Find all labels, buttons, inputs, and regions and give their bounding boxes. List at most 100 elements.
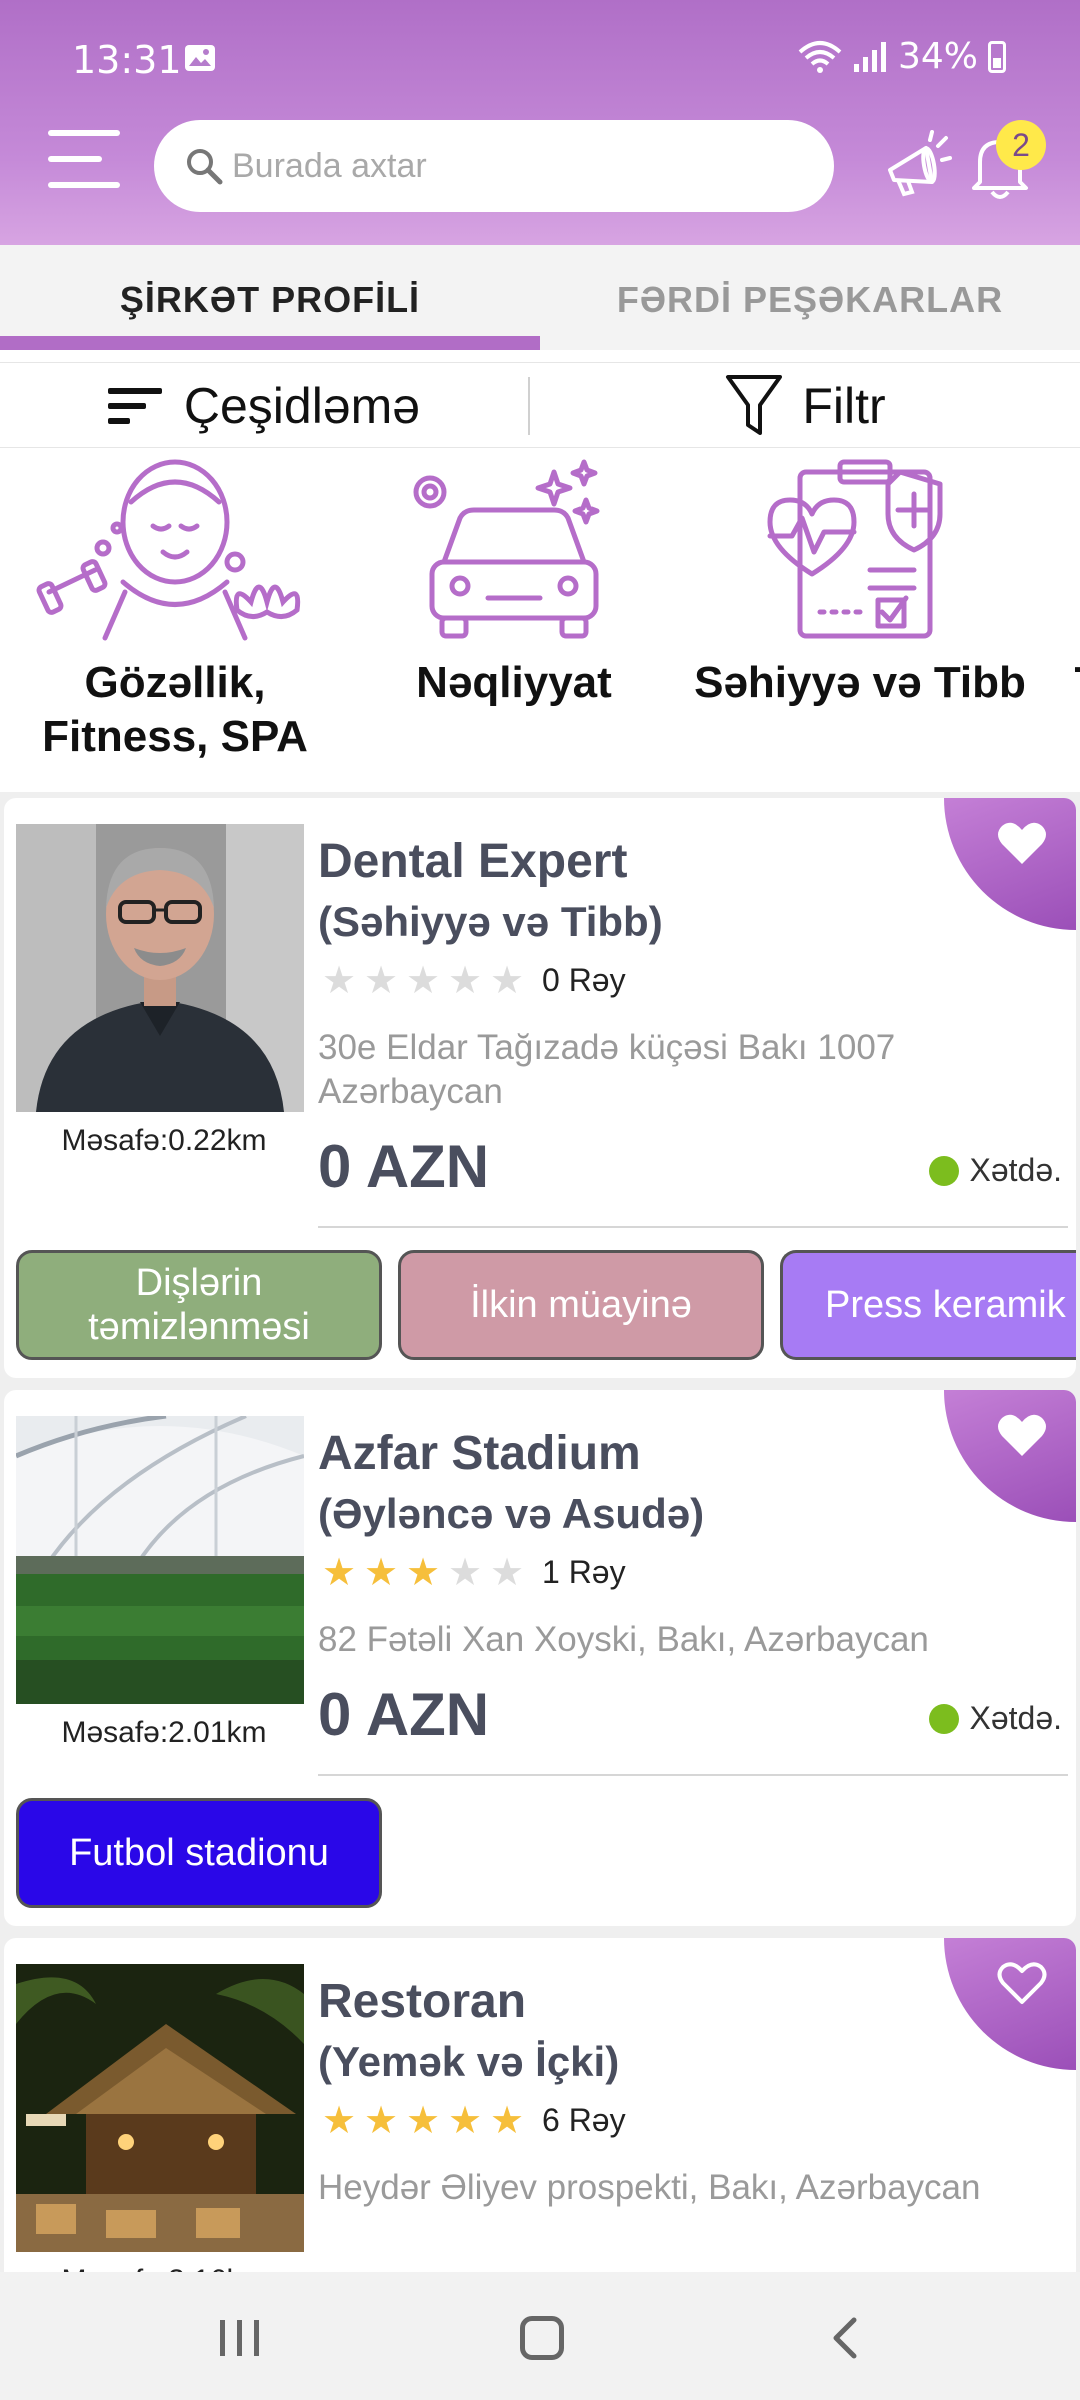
online-status: Xətdə. bbox=[929, 1700, 1062, 1737]
star-icon: ★ bbox=[363, 2100, 399, 2142]
star-icon: ★ bbox=[489, 1552, 525, 1594]
star-icon: ★ bbox=[405, 1552, 441, 1594]
listing-title: Restoran bbox=[318, 1975, 527, 2028]
listing-title: Dental Expert bbox=[318, 835, 628, 888]
hamburger-line bbox=[48, 182, 120, 188]
battery-icon bbox=[988, 40, 1006, 73]
online-dot-icon bbox=[929, 1155, 960, 1186]
listing-address: 82 Fətəli Xan Xoyski, Bakı, Azərbaycan bbox=[318, 1620, 929, 1659]
dentist-photo bbox=[16, 824, 304, 1112]
category-label: Səhiyyə və Tibb bbox=[694, 658, 1026, 707]
service-chip-football-stadium[interactable]: Futbol stadionu bbox=[16, 1798, 382, 1908]
status-bar: 13:31 34% bbox=[0, 0, 1080, 110]
star-icon: ★ bbox=[363, 960, 399, 1002]
card-divider bbox=[318, 1226, 1068, 1228]
stadium-photo bbox=[16, 1416, 304, 1704]
online-status: Xətdə. bbox=[929, 1152, 1062, 1189]
service-chip-press-ceramic[interactable]: Press keramik bbox=[780, 1250, 1076, 1360]
service-chip-line: təmizlənməsi bbox=[88, 1306, 310, 1348]
filter-funnel-icon bbox=[726, 375, 783, 435]
star-icon: ★ bbox=[489, 2100, 525, 2142]
service-chip-initial-exam[interactable]: İlkin müayinə bbox=[398, 1250, 764, 1360]
star-icon: ★ bbox=[363, 1552, 399, 1594]
review-count: 6 Rəy bbox=[542, 2102, 626, 2138]
menu-button[interactable] bbox=[48, 130, 120, 194]
category-label: T bbox=[1058, 656, 1080, 710]
heart-outline-icon bbox=[997, 1962, 1047, 2004]
category-label: Gözəllik, Fitness, SPA bbox=[20, 656, 330, 764]
search-bar[interactable] bbox=[154, 120, 834, 212]
tab-company-profile[interactable]: ŞİRKƏT PROFİLİ bbox=[0, 245, 540, 350]
listing-card[interactable]: Məsafə:2.01km Azfar Stadium (Əyləncə və … bbox=[4, 1390, 1076, 1926]
favorite-button[interactable] bbox=[944, 798, 1076, 930]
listing-address: Heydər Əliyev prospekti, Bakı, Azərbayca… bbox=[318, 2168, 981, 2207]
star-icon: ★ bbox=[447, 2100, 483, 2142]
listing-category: (Səhiyyə və Tibb) bbox=[318, 898, 663, 945]
distance-label: Məsafə:0.22km bbox=[61, 1124, 267, 1157]
beauty-fitness-spa-icon bbox=[36, 459, 301, 641]
system-nav-bar bbox=[0, 2272, 1080, 2400]
favorite-button[interactable] bbox=[944, 1390, 1076, 1522]
listing-price: 0 AZN bbox=[318, 1681, 490, 1748]
tab-individual-professionals[interactable]: FƏRDİ PEŞƏKARLAR bbox=[540, 245, 1080, 350]
battery-percent: 34% bbox=[897, 36, 978, 77]
listing-photo-dentist bbox=[16, 824, 304, 1112]
category-label-line: Fitness, SPA bbox=[42, 712, 308, 761]
online-status-label: Xətdə. bbox=[969, 1152, 1062, 1188]
distance-label: Məsafə:2.01km bbox=[61, 1716, 267, 1749]
listing-price: 0 AZN bbox=[318, 1133, 490, 1200]
category-next-partial[interactable]: T bbox=[1058, 642, 1080, 710]
online-status-label: Xətdə. bbox=[969, 1700, 1062, 1736]
service-chip-teeth-cleaning[interactable]: Dişlərin təmizlənməsi bbox=[16, 1250, 382, 1360]
card-divider bbox=[318, 1774, 1068, 1776]
service-chip-label: İlkin müayinə bbox=[470, 1284, 692, 1326]
heart-filled-icon bbox=[998, 1414, 1046, 1456]
status-time: 13:31 bbox=[72, 38, 182, 82]
review-count: 1 Rəy bbox=[542, 1554, 626, 1590]
listing-category: (Əyləncə və Asudə) bbox=[318, 1490, 705, 1537]
listing-address: 30e Eldar Tağızadə küçəsi Bakı 1007 Azər… bbox=[318, 1028, 896, 1111]
listing-list: Məsafə:0.22km Dental Expert (Səhiyyə və … bbox=[0, 792, 1080, 2298]
hamburger-line bbox=[48, 156, 102, 162]
category-health-medicine[interactable]: Səhiyyə və Tibb bbox=[690, 452, 1030, 710]
rating-stars: ★ ★ ★ ★ ★ 0 Rəy bbox=[318, 958, 626, 1003]
search-icon bbox=[187, 149, 223, 185]
sort-filter-bar: Çeşidləmə Filtr bbox=[0, 362, 1080, 448]
listing-photo-restaurant bbox=[16, 1964, 304, 2252]
star-icon: ★ bbox=[321, 960, 357, 1002]
heart-filled-icon bbox=[998, 822, 1046, 864]
listing-card[interactable]: Məsafə:0.22km Dental Expert (Səhiyyə və … bbox=[4, 798, 1076, 1378]
listing-card[interactable]: Məsafə:3.16km Restoran (Yemək və İçki) ★… bbox=[4, 1938, 1076, 2298]
sort-icon bbox=[107, 388, 162, 424]
active-tab-indicator bbox=[0, 336, 540, 350]
gallery-notification-icon bbox=[185, 45, 215, 71]
category-beauty-fitness-spa[interactable]: Gözəllik, Fitness, SPA bbox=[20, 452, 330, 764]
category-carousel: Gözəllik, Fitness, SPA Nəqliyyat Səhiyyə… bbox=[0, 452, 1080, 792]
listing-title: Azfar Stadium bbox=[318, 1427, 641, 1480]
health-clipboard-icon bbox=[767, 459, 943, 639]
home-icon[interactable] bbox=[520, 2316, 564, 2360]
signal-icon bbox=[853, 41, 886, 72]
app-header: 13:31 34% Burada axtar 2 bbox=[0, 0, 1080, 245]
recent-apps-icon[interactable] bbox=[218, 2318, 262, 2358]
star-icon: ★ bbox=[405, 960, 441, 1002]
megaphone-icon[interactable] bbox=[880, 130, 952, 202]
listing-category: (Yemək və İçki) bbox=[318, 2038, 620, 2085]
filter-label: Filtr bbox=[802, 378, 886, 434]
favorite-button[interactable] bbox=[944, 1938, 1076, 2070]
listing-photo-stadium bbox=[16, 1416, 304, 1704]
back-icon[interactable] bbox=[830, 2316, 860, 2360]
hamburger-line bbox=[48, 130, 120, 136]
category-transport[interactable]: Nəqliyyat bbox=[384, 452, 644, 710]
status-right: 34% bbox=[798, 36, 1006, 77]
star-icon: ★ bbox=[321, 1552, 357, 1594]
search-input[interactable] bbox=[232, 146, 792, 186]
sort-button[interactable]: Çeşidləmə bbox=[0, 363, 528, 449]
sort-label: Çeşidləmə bbox=[183, 378, 421, 434]
car-icon bbox=[413, 459, 600, 639]
filter-button[interactable]: Filtr bbox=[530, 363, 1080, 449]
service-chip-line: Dişlərin bbox=[135, 1262, 263, 1304]
category-label-line: Gözəllik, bbox=[84, 658, 266, 707]
notification-badge: 2 bbox=[996, 120, 1046, 170]
rating-stars: ★ ★ ★ ★ ★ 6 Rəy bbox=[318, 2098, 626, 2143]
